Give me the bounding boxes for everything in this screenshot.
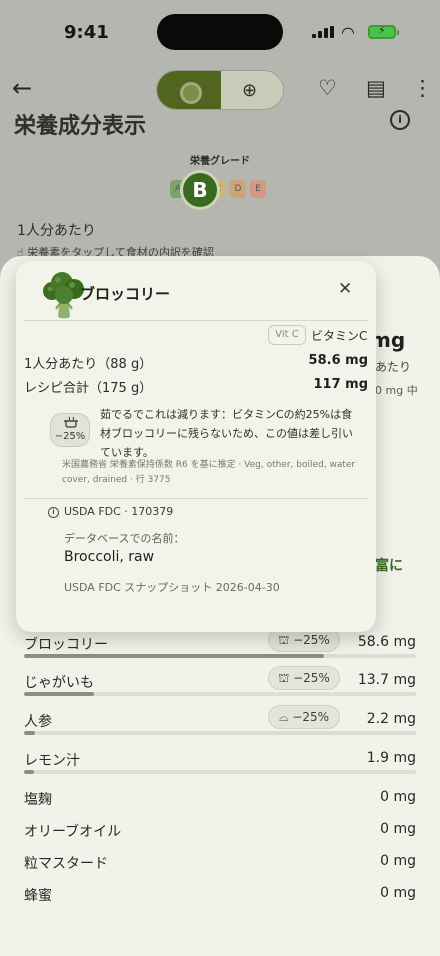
ingredient-value: 0 mg [380, 853, 416, 869]
nutrient-tag: Vit C [268, 325, 306, 345]
per-serving-value: 58.6 mg [308, 353, 368, 368]
ingredient-row[interactable]: ブロッコリー ⛫ −25% 58.6 mg [24, 628, 416, 660]
daily-peek: 0 mg 中 [375, 384, 418, 397]
ingredient-popover: ブロッコリー ✕ Vit C ビタミンC 1人分あたり（88 g） 58.6 m… [16, 261, 376, 632]
status-time: 9:41 [64, 22, 109, 43]
ingredient-row[interactable]: 塩麹 0 mg [24, 783, 416, 815]
cooking-loss-chip[interactable]: ⌓ −25% [268, 705, 340, 729]
recipe-total-label: レシピ合計（175 g） [24, 381, 153, 396]
cooking-loss-note: 茹でるでこれは減ります：ビタミンCの約25%は食材ブロッコリーに残らないため、こ… [100, 408, 353, 459]
ingredient-value: 1.9 mg [366, 750, 416, 766]
close-icon[interactable]: ✕ [338, 279, 352, 299]
ingredient-row[interactable]: レモン汁 1.9 mg [24, 744, 416, 776]
ingredient-row[interactable]: 人参 ⌓ −25% 2.2 mg [24, 705, 416, 737]
contribution-bar [24, 731, 416, 735]
divider [24, 498, 368, 499]
contribution-bar [24, 770, 416, 774]
recipe-total-value: 117 mg [313, 377, 368, 392]
ingredient-name: じゃがいも [24, 675, 94, 691]
signal-icon [312, 26, 334, 38]
ingredient-row[interactable]: じゃがいも ⛫ −25% 13.7 mg [24, 666, 416, 698]
ingredient-name: ブロッコリー [24, 637, 108, 653]
ingredient-value: 0 mg [380, 885, 416, 901]
battery-icon: ⚡ [368, 24, 399, 39]
ingredient-value: 58.6 mg [357, 634, 416, 650]
ingredient-row[interactable]: オリーブオイル 0 mg [24, 815, 416, 847]
ingredient-name: 粒マスタード [24, 856, 108, 872]
dynamic-island [157, 14, 283, 50]
wifi-icon: ◠ [341, 23, 355, 42]
contribution-bar [24, 654, 416, 658]
ingredient-value: 2.2 mg [366, 711, 416, 727]
per-serving-row: 1人分あたり（88 g） 58.6 mg [24, 353, 368, 373]
ingredient-value: 13.7 mg [357, 672, 416, 688]
pot-icon: ⛫ [278, 633, 290, 647]
contribution-bar [24, 692, 416, 696]
view-toggle[interactable]: ⊕ [156, 70, 284, 110]
recipe-total-row: レシピ合計（175 g） 117 mg [24, 377, 368, 397]
cooking-loss-pct: −25% [54, 431, 86, 442]
pot-icon [64, 416, 78, 428]
ingredient-name: 人参 [24, 714, 52, 730]
ingredient-name: 塩麹 [24, 792, 52, 808]
per-serving-label: 1人分あたり（88 g） [24, 357, 153, 372]
info-icon[interactable]: i [390, 110, 410, 130]
pot-icon: ⛫ [278, 671, 290, 685]
per-label-peek: あたり [375, 360, 412, 374]
divider [24, 320, 368, 321]
popover-title: ブロッコリー [80, 285, 171, 303]
ingredient-row[interactable]: 粒マスタード 0 mg [24, 847, 416, 879]
info-icon: i [48, 507, 59, 518]
fdc-id: USDA FDC · 170379 [64, 505, 174, 518]
ingredient-row[interactable]: 蜂蜜 0 mg [24, 879, 416, 911]
pan-icon: ⌓ [278, 710, 289, 724]
heart-icon[interactable]: ♡ [318, 76, 337, 100]
cooking-loss-badge: −25% [50, 413, 90, 447]
chip-label: −25% [293, 671, 330, 685]
database-name: Broccoli, raw [64, 549, 155, 565]
ingredient-name: オリーブオイル [24, 824, 122, 840]
snapshot-date: USDA FDC スナップショット 2026-04-30 [64, 581, 280, 594]
chip-label: −25% [292, 710, 330, 724]
grade-d: D [230, 180, 246, 198]
database-name-label: データベースでの名前： [64, 532, 185, 545]
toggle-local-icon[interactable] [157, 71, 221, 109]
grade-label: 栄養グレード [190, 156, 250, 167]
cooking-loss-chip[interactable]: ⛫ −25% [268, 666, 340, 690]
ingredient-name: レモン汁 [24, 753, 80, 769]
retention-source: 米国農務省 栄養素保持係数 R6 を基に推定 · Veg, other, boi… [62, 460, 356, 485]
page-title: 栄養成分表示 [14, 114, 147, 139]
more-icon[interactable]: ⋮ [412, 76, 433, 100]
chip-label: −25% [293, 633, 330, 647]
nutrient-name: ビタミンC [311, 329, 368, 343]
globe-icon[interactable]: ⊕ [242, 80, 257, 101]
ingredient-name: 蜂蜜 [24, 888, 52, 904]
grade-e: E [250, 180, 266, 198]
per-serving-label: 1人分あたり [17, 223, 96, 239]
current-grade-badge: B [180, 170, 220, 210]
back-arrow-icon[interactable]: ← [12, 74, 32, 102]
status-bar: 9:41 ◠ ⚡ [0, 0, 440, 60]
ingredient-value: 0 mg [380, 789, 416, 805]
rich-badge-peek: 富に [375, 558, 403, 574]
notes-icon[interactable]: ▤ [366, 76, 386, 100]
ingredient-value: 0 mg [380, 821, 416, 837]
